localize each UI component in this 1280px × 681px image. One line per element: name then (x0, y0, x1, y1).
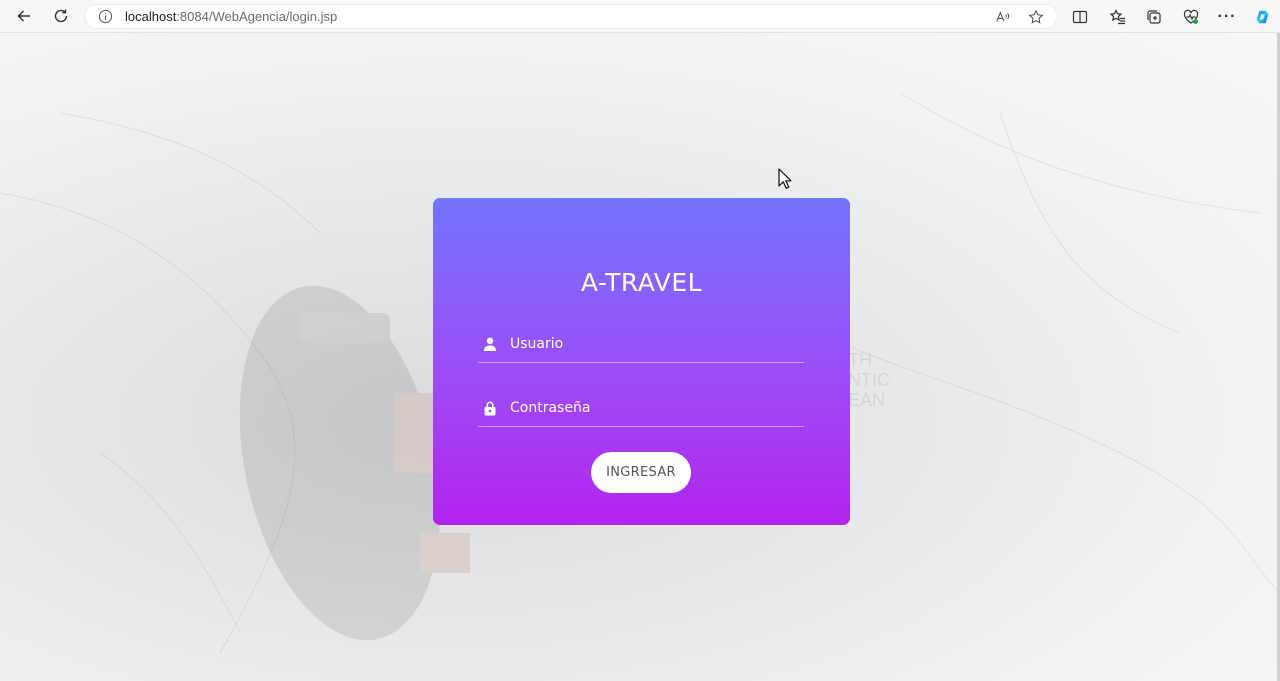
username-input[interactable] (510, 333, 800, 355)
mouse-cursor-icon (778, 168, 792, 189)
password-field (478, 395, 804, 427)
back-icon[interactable] (8, 0, 40, 32)
login-submit-button[interactable]: INGRESAR (591, 452, 691, 493)
login-card: A-TRAVEL INGRESAR (433, 198, 850, 525)
read-aloud-icon[interactable] (994, 8, 1012, 26)
lock-icon (482, 400, 498, 416)
url-host: localhost (125, 9, 177, 24)
collections-icon[interactable] (1143, 6, 1165, 28)
reload-icon[interactable] (45, 0, 77, 32)
browser-essentials-icon[interactable] (1180, 6, 1202, 28)
password-input[interactable] (510, 397, 800, 419)
favorites-icon[interactable] (1107, 6, 1129, 28)
favorite-star-icon[interactable] (1027, 8, 1045, 26)
svg-text:TH: TH (848, 350, 872, 370)
page-background: TH NTIC EAN A-TRAVEL INGRESAR (0, 33, 1280, 681)
url-path: :8084/WebAgencia/login.jsp (176, 9, 338, 24)
brand-title: A-TRAVEL (580, 268, 703, 297)
svg-text:EAN: EAN (848, 390, 885, 410)
user-icon (482, 336, 498, 352)
split-screen-icon[interactable] (1069, 6, 1091, 28)
copilot-icon[interactable] (1252, 6, 1274, 28)
username-field (478, 331, 804, 363)
more-icon[interactable]: ··· (1216, 6, 1238, 28)
address-bar[interactable]: localhost:8084/WebAgencia/login.jsp (84, 4, 1058, 29)
browser-toolbar: localhost:8084/WebAgencia/login.jsp ··· (0, 0, 1280, 33)
url-text[interactable]: localhost:8084/WebAgencia/login.jsp (125, 9, 337, 24)
svg-text:NTIC: NTIC (848, 370, 890, 390)
info-icon[interactable] (98, 9, 113, 24)
